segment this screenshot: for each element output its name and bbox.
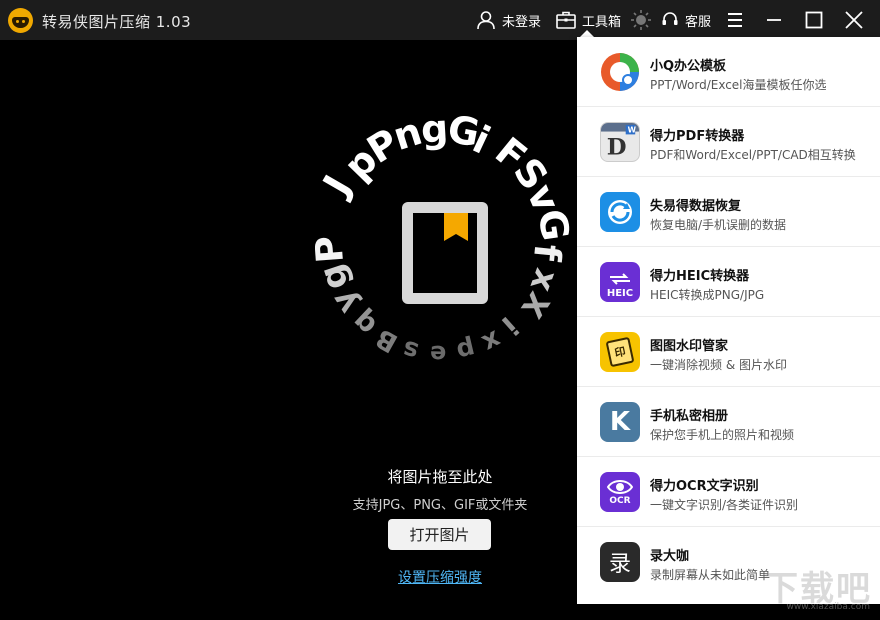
watermark-icon-text: 印	[605, 336, 635, 368]
ring-letter: i	[495, 310, 525, 342]
private-album-icon: K	[600, 402, 640, 442]
tool-desc: 一键消除视频 & 图片水印	[650, 358, 787, 372]
watermark-manager-icon: 印	[600, 332, 640, 372]
tool-desc: PPT/Word/Excel海量模板任你选	[650, 78, 827, 92]
heic-icon-text: HEIC	[606, 288, 634, 299]
user-icon	[477, 11, 495, 30]
tool-item-heic-converter[interactable]: HEIC 得力HEIC转换器 HEIC转换成PNG/JPG	[577, 247, 880, 317]
login-label: 未登录	[502, 14, 542, 30]
heic-converter-icon: HEIC	[600, 262, 640, 302]
ring-letter: p	[454, 334, 479, 368]
toolbox-icon	[556, 11, 576, 29]
xiaoq-office-icon	[600, 52, 640, 92]
menu-button[interactable]	[723, 8, 747, 32]
tool-name: 手机私密相册	[650, 409, 729, 424]
maximize-icon	[805, 11, 823, 29]
ring-letter: x	[477, 323, 506, 359]
ring-letter: e	[430, 339, 447, 369]
album-icon-text: K	[609, 407, 631, 437]
site-watermark: 下载吧 www.xiazaiba.com	[745, 555, 880, 620]
svg-text:D: D	[607, 134, 627, 160]
tool-name: 录大咖	[650, 549, 690, 564]
image-drop-icon	[402, 202, 488, 304]
ring-letter: P	[307, 234, 352, 265]
ring-letter: G	[529, 206, 578, 244]
tool-item-watermark-manager[interactable]: 印 图图水印管家 一键消除视频 & 图片水印	[577, 317, 880, 387]
dropdown-caret	[580, 30, 594, 37]
title-bar: 转易侠图片压缩 1.03 未登录 工具箱 客服	[0, 0, 880, 40]
data-recovery-icon	[600, 192, 640, 232]
toolbox-label: 工具箱	[582, 14, 622, 30]
sun-icon	[631, 10, 651, 30]
drop-title: 将图片拖至此处	[387, 468, 493, 486]
service-button[interactable]: 客服	[661, 0, 711, 40]
watermark-url: www.xiazaiba.com	[786, 602, 870, 612]
drop-subtitle: 支持JPG、PNG、GIF或文件夹	[352, 498, 528, 513]
tool-name: 得力PDF转换器	[650, 129, 745, 144]
close-icon	[845, 11, 863, 29]
tool-name: 图图水印管家	[650, 339, 729, 354]
pdf-converter-icon: D W	[600, 122, 640, 162]
tool-desc: 恢复电脑/手机误删的数据	[650, 218, 787, 232]
tool-item-xiaoq-office[interactable]: 小Q办公模板 PPT/Word/Excel海量模板任你选	[577, 37, 880, 107]
toolbox-dropdown: 小Q办公模板 PPT/Word/Excel海量模板任你选 D W 得力PDF转换…	[577, 37, 880, 604]
theme-toggle-button[interactable]	[630, 0, 652, 40]
minimize-button[interactable]	[762, 8, 786, 32]
tool-item-private-album[interactable]: K 手机私密相册 保护您手机上的照片和视频	[577, 387, 880, 457]
close-button[interactable]	[842, 8, 866, 32]
tool-desc: PDF和Word/Excel/PPT/CAD相互转换	[650, 148, 856, 162]
ring-letter: B	[370, 321, 403, 358]
tool-desc: HEIC转换成PNG/JPG	[650, 288, 765, 302]
hamburger-menu-icon	[728, 13, 742, 27]
compression-settings-link[interactable]: 设置压缩强度	[380, 567, 500, 587]
screen-recorder-icon: 录	[600, 542, 640, 582]
tool-name: 得力OCR文字识别	[650, 479, 759, 494]
ring-letter: f	[524, 242, 570, 263]
minimize-icon	[767, 19, 781, 21]
tool-desc: 保护您手机上的照片和视频	[650, 428, 795, 442]
ocr-icon: OCR	[600, 472, 640, 512]
login-button[interactable]: 未登录	[476, 0, 541, 40]
svg-text:W: W	[628, 126, 637, 135]
tool-name: 小Q办公模板	[650, 59, 727, 74]
headset-icon	[662, 12, 678, 25]
recorder-icon-text: 录	[608, 552, 631, 577]
service-label: 客服	[685, 14, 712, 30]
ring-letter: s	[399, 334, 422, 366]
tool-name: 失易得数据恢复	[650, 199, 742, 214]
open-image-button[interactable]: 打开图片	[388, 519, 491, 550]
maximize-button[interactable]	[802, 8, 826, 32]
ocr-icon-text: OCR	[609, 495, 631, 506]
app-logo-icon	[8, 8, 33, 33]
tool-item-data-recovery[interactable]: 失易得数据恢复 恢复电脑/手机误删的数据	[577, 177, 880, 247]
tool-name: 得力HEIC转换器	[650, 269, 750, 284]
tool-item-ocr[interactable]: OCR 得力OCR文字识别 一键文字识别/各类证件识别	[577, 457, 880, 527]
tool-item-pdf-converter[interactable]: D W 得力PDF转换器 PDF和Word/Excel/PPT/CAD相互转换	[577, 107, 880, 177]
tool-desc: 一键文字识别/各类证件识别	[650, 498, 799, 512]
app-title: 转易侠图片压缩 1.03	[42, 13, 192, 31]
